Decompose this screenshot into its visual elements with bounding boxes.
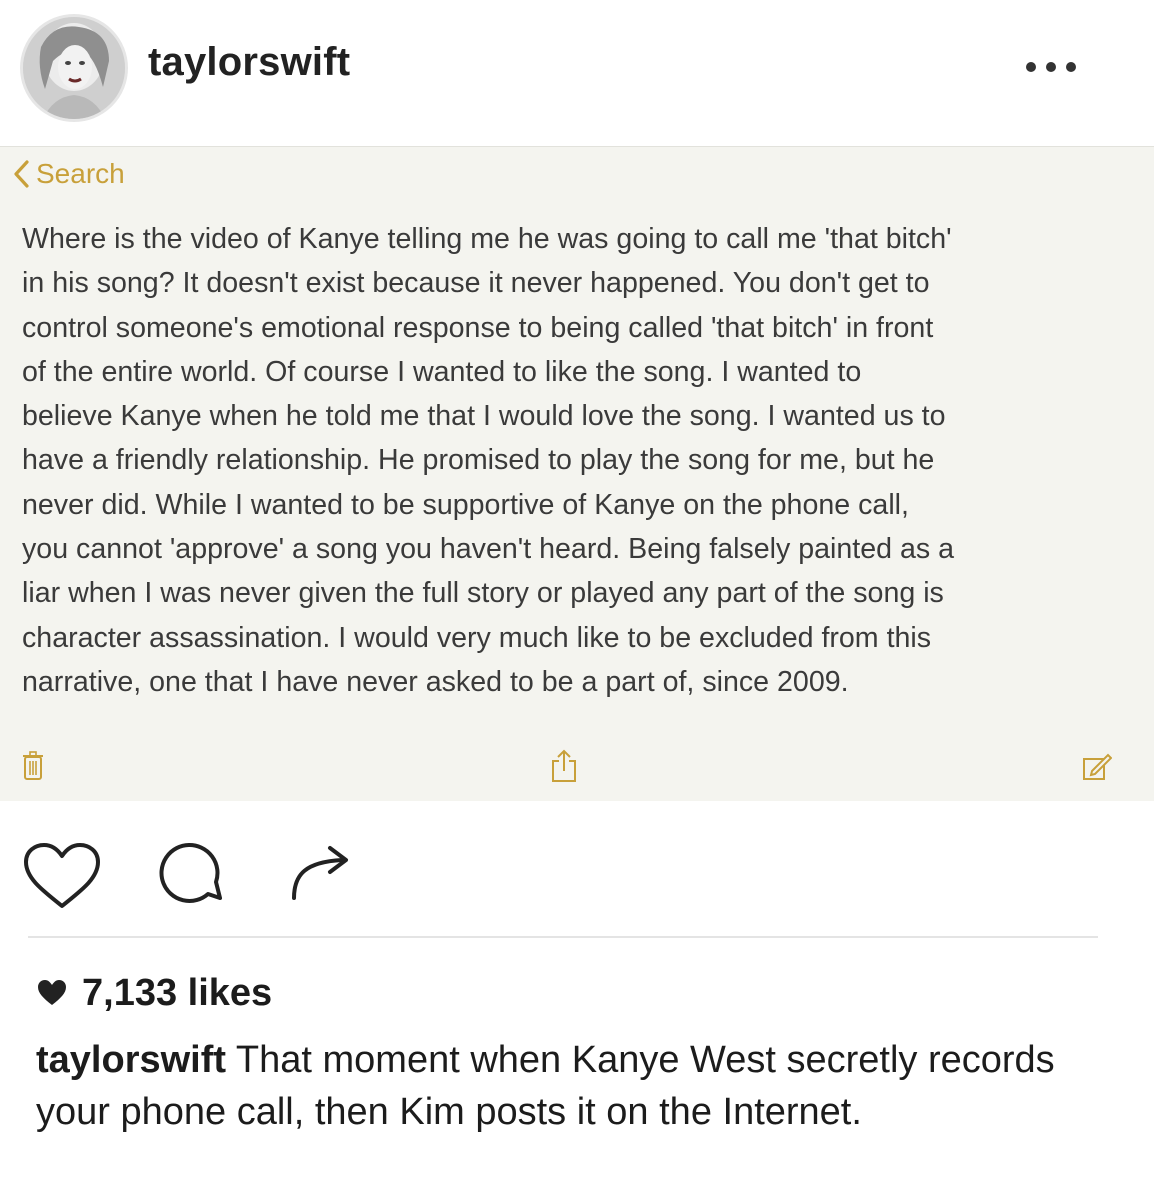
note-text: Where is the video of Kanye telling me h…: [22, 223, 955, 698]
more-dot-icon: [1026, 62, 1036, 72]
caption: taylorswift That moment when Kanye West …: [36, 1034, 1116, 1138]
comment-icon[interactable]: [158, 842, 224, 913]
notes-back-button[interactable]: Search: [12, 157, 125, 191]
share-arrow-icon[interactable]: [286, 838, 356, 909]
header-username[interactable]: taylorswift: [148, 40, 350, 85]
chevron-left-icon: [14, 160, 29, 188]
trash-icon[interactable]: [22, 751, 44, 786]
notes-back-label: Search: [36, 158, 125, 189]
more-dot-icon: [1066, 62, 1076, 72]
notes-screenshot: Search Where is the video of Kanye telli…: [0, 146, 1154, 801]
divider: [28, 936, 1098, 938]
post-action-bar: [0, 820, 1154, 920]
heart-filled-icon: [38, 980, 66, 1005]
profile-photo-icon: [23, 17, 125, 119]
more-options-button[interactable]: [1022, 50, 1082, 80]
likes-row[interactable]: 7,133 likes: [36, 968, 272, 1018]
post-header: taylorswift: [0, 0, 1154, 140]
heart-icon[interactable]: [22, 842, 102, 917]
compose-icon[interactable]: [1082, 753, 1113, 786]
avatar[interactable]: [20, 14, 128, 122]
caption-username[interactable]: taylorswift: [36, 1039, 226, 1081]
more-dot-icon: [1046, 62, 1056, 72]
likes-count: 7,133 likes: [82, 971, 273, 1014]
share-icon[interactable]: [550, 749, 578, 788]
